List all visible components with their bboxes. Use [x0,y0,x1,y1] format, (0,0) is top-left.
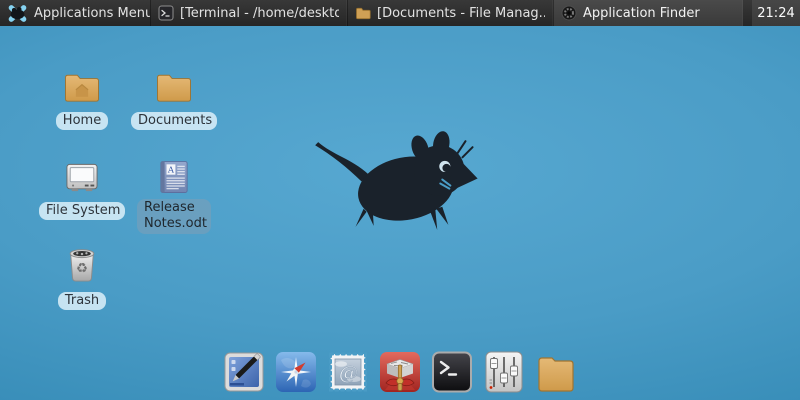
mail-icon: @ [327,350,369,394]
desktop-icon-file-system[interactable]: File System [36,154,128,220]
app-finder-icon [561,5,577,21]
taskbar-label: Application Finder [583,6,700,21]
terminal-launcher[interactable] [431,350,473,394]
svg-text:A: A [167,164,175,174]
top-panel: Applications Menu [Terminal - /home/desk… [0,0,800,26]
panel-spacer [743,0,752,26]
folder-icon [155,71,193,104]
desktop-icon-home[interactable]: Home [36,64,128,130]
taskbar-label: [Terminal - /home/desktop] [180,6,339,21]
mail-launcher[interactable]: @ [327,350,369,394]
archive-manager-launcher[interactable] [379,350,421,394]
archive-manager-icon [379,350,421,394]
applications-menu-label: Applications Menu [34,6,150,21]
desktop-icon-label: Trash [58,292,106,310]
desktop-icon-label: File System [39,202,125,220]
svg-text:♻: ♻ [76,262,88,277]
desktop-settings-launcher[interactable] [223,350,265,394]
taskbar-label: [Documents - File Manag... [377,6,545,21]
taskbar-button-file-manager[interactable]: [Documents - File Manag... [347,0,553,26]
audio-mixer-launcher[interactable] [483,350,525,394]
folder-icon [355,5,371,21]
desktop-icon-trash[interactable]: ♻ Trash [36,244,128,310]
xfce-logo-icon [7,3,28,24]
file-manager-icon [535,350,577,394]
document-icon: A [159,160,189,194]
web-browser-icon [275,350,317,394]
svg-text:@: @ [339,362,358,384]
desktop-icon-label: Documents [131,112,217,130]
terminal-icon [431,350,473,394]
taskbar-button-application-finder[interactable]: Application Finder [553,0,743,26]
audio-mixer-icon [483,350,525,394]
dock: @ [223,350,577,394]
clock[interactable]: 21:24 [752,0,800,26]
file-manager-launcher[interactable] [535,350,577,394]
desktop: Applications Menu [Terminal - /home/desk… [0,0,800,400]
terminal-icon [158,5,174,21]
desktop-icon-label: Home [56,112,108,130]
web-browser-launcher[interactable] [275,350,317,394]
applications-menu-button[interactable]: Applications Menu [0,0,150,26]
desktop-icon-label: Release Notes.odt [137,199,211,234]
desktop-icon-documents[interactable]: Documents [128,64,220,130]
home-folder-icon [63,71,101,104]
trash-icon: ♻ [65,246,99,284]
taskbar-button-terminal[interactable]: [Terminal - /home/desktop] [150,0,347,26]
computer-icon [63,162,101,194]
desktop-settings-icon [223,350,265,394]
xfce-mouse-logo [303,122,515,235]
desktop-icon-release-notes[interactable]: A Release Notes.odt [128,154,220,234]
